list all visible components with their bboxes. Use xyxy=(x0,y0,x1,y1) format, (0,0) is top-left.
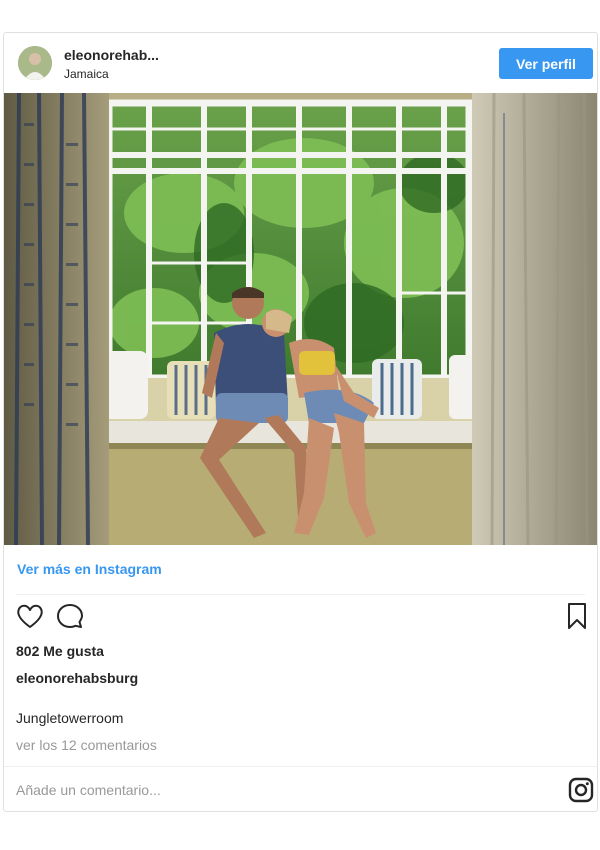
divider xyxy=(16,594,585,595)
username[interactable]: eleonorehab... xyxy=(64,47,159,63)
action-bar xyxy=(4,601,597,637)
divider xyxy=(4,766,597,767)
caption-text: Jungletowerroom xyxy=(16,710,124,726)
instagram-embed-card: eleonorehab... Jamaica Ver perfil Ver má… xyxy=(3,32,598,812)
post-photo[interactable] xyxy=(4,93,597,545)
heart-icon[interactable] xyxy=(15,601,45,631)
add-comment-input[interactable] xyxy=(16,778,536,802)
likes-count[interactable]: 802 Me gusta xyxy=(16,643,104,659)
instagram-icon[interactable] xyxy=(568,777,594,803)
bookmark-icon[interactable] xyxy=(562,601,592,631)
location-label[interactable]: Jamaica xyxy=(64,67,109,81)
view-comments-link[interactable]: ver los 12 comentarios xyxy=(16,737,157,753)
caption-username[interactable]: eleonorehabsburg xyxy=(16,670,138,686)
comment-bubble-icon[interactable] xyxy=(55,601,85,631)
post-header: eleonorehab... Jamaica Ver perfil xyxy=(4,33,597,93)
view-profile-button[interactable]: Ver perfil xyxy=(499,48,593,79)
view-more-on-instagram-link[interactable]: Ver más en Instagram xyxy=(17,561,162,577)
avatar[interactable] xyxy=(18,46,52,80)
